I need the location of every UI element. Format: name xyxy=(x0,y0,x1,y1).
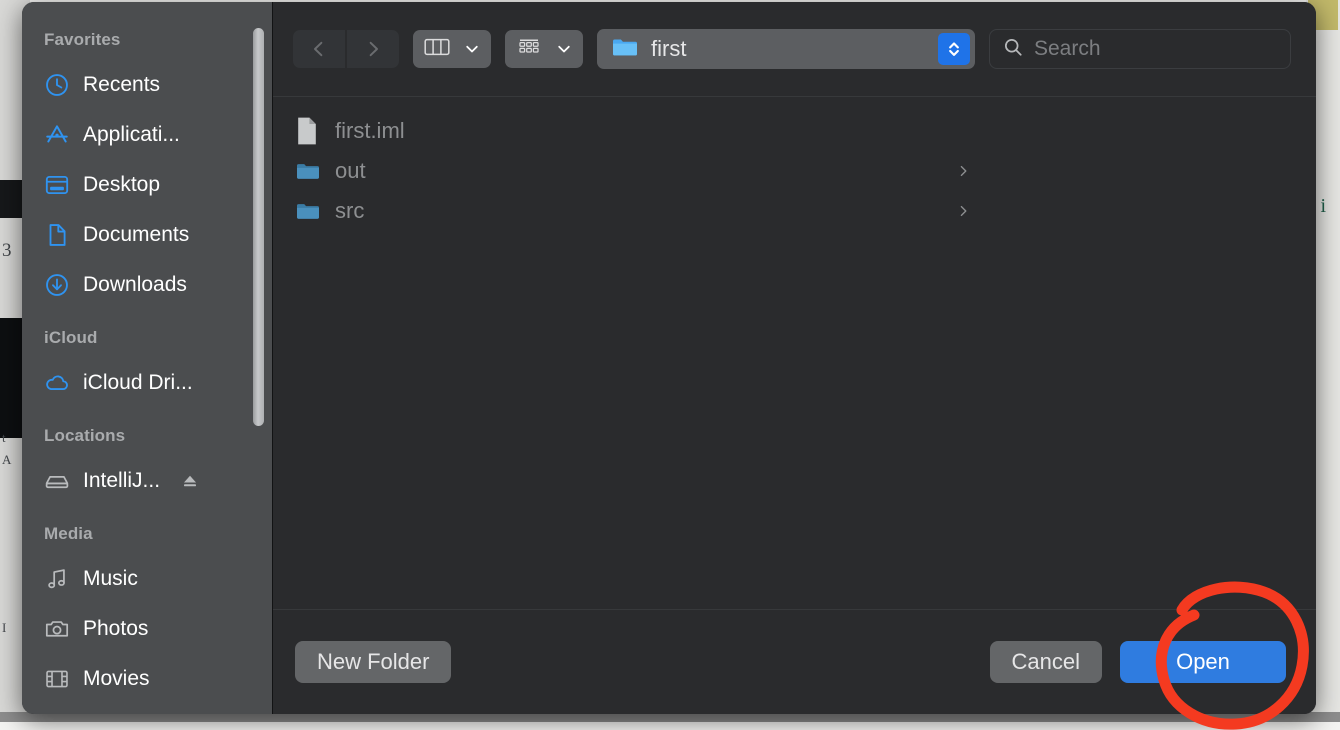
navigation-buttons xyxy=(293,30,399,68)
folder-icon xyxy=(611,35,639,64)
sidebar-item-label: Documents xyxy=(83,223,190,246)
sidebar-group-locations: Locations IntelliJ... xyxy=(22,426,272,506)
sidebar-item-music[interactable]: Music xyxy=(22,554,272,604)
folder-icon xyxy=(295,196,321,226)
sidebar-item-label: Downloads xyxy=(83,273,187,296)
sidebar-item-recents[interactable]: Recents xyxy=(22,60,272,110)
sidebar-scrollbar-thumb[interactable] xyxy=(253,28,264,426)
sidebar-section-title: Favorites xyxy=(44,30,121,49)
screen: 3 t A I i Favorites Recents Applicati...… xyxy=(0,0,1340,730)
sidebar-item-intellij-volume[interactable]: IntelliJ... xyxy=(22,456,272,506)
sidebar-item-movies[interactable]: Movies xyxy=(22,654,272,704)
background-bottom-strip-light xyxy=(0,722,1340,730)
chevron-down-icon xyxy=(463,40,481,58)
applications-icon xyxy=(44,122,70,148)
grid-options-icon xyxy=(515,36,543,63)
current-folder-name: first xyxy=(651,36,687,61)
sidebar-item-label: Photos xyxy=(83,617,149,640)
folder-icon xyxy=(295,156,321,186)
dialog-toolbar: first Search xyxy=(273,2,1316,96)
file-icon xyxy=(295,116,321,146)
sidebar-section-title: iCloud xyxy=(44,328,98,347)
sidebar-item-label: Desktop xyxy=(83,173,161,196)
list-item[interactable]: first.iml xyxy=(273,111,1316,151)
back-button[interactable] xyxy=(293,30,345,68)
search-placeholder: Search xyxy=(1034,37,1101,60)
cancel-button[interactable]: Cancel xyxy=(989,641,1102,683)
sidebar-item-desktop[interactable]: Desktop xyxy=(22,160,272,210)
background-left-text-fragment: I xyxy=(2,620,6,635)
eject-icon[interactable] xyxy=(181,472,199,490)
sidebar-item-applications[interactable]: Applicati... xyxy=(22,110,272,160)
background-left-text-fragment: t xyxy=(2,430,6,445)
sidebar-item-downloads[interactable]: Downloads xyxy=(22,260,272,310)
document-icon xyxy=(44,222,70,248)
file-name: out xyxy=(335,158,366,183)
download-icon xyxy=(44,272,70,298)
sidebar-group-icloud: iCloud iCloud Dri... xyxy=(22,328,272,408)
camera-icon xyxy=(44,616,70,642)
background-left-text-fragment: 3 xyxy=(2,240,11,261)
file-list: first.iml out src xyxy=(273,97,1316,609)
file-name: src xyxy=(335,198,365,223)
sidebar-item-label: IntelliJ... xyxy=(83,469,161,492)
sidebar-scrollbar[interactable] xyxy=(253,28,264,428)
search-icon xyxy=(1002,36,1024,63)
sidebar-item-photos[interactable]: Photos xyxy=(22,604,272,654)
chevron-down-icon xyxy=(555,40,573,58)
chevron-right-icon xyxy=(954,203,972,219)
dialog-main-pane: first Search first.iml out src New Folde… xyxy=(272,2,1316,714)
film-icon xyxy=(44,666,70,692)
disk-icon xyxy=(44,468,70,494)
list-item[interactable]: out xyxy=(273,151,1316,191)
open-button[interactable]: Open xyxy=(1120,641,1286,683)
sidebar-group-media: Media Music Photos Movies xyxy=(22,524,272,704)
list-item[interactable]: src xyxy=(273,191,1316,231)
sidebar-item-icloud-drive[interactable]: iCloud Dri... xyxy=(22,358,272,408)
background-right-text-fragment: i xyxy=(1320,195,1326,217)
sidebar-section-title: Locations xyxy=(44,426,126,445)
chevron-right-icon xyxy=(954,163,972,179)
sidebar-section-title: Media xyxy=(44,524,93,543)
forward-button[interactable] xyxy=(347,30,399,68)
sidebar-item-label: iCloud Dri... xyxy=(83,371,193,394)
path-stepper-icon[interactable] xyxy=(938,33,970,65)
view-mode-button[interactable] xyxy=(413,30,491,68)
open-file-dialog: Favorites Recents Applicati... Desktop D… xyxy=(22,2,1316,714)
sidebar-item-documents[interactable]: Documents xyxy=(22,210,272,260)
cloud-icon xyxy=(44,370,70,396)
clock-icon xyxy=(44,72,70,98)
sidebar: Favorites Recents Applicati... Desktop D… xyxy=(22,2,272,714)
dialog-button-bar: New Folder Cancel Open xyxy=(273,609,1316,714)
sidebar-item-label: Music xyxy=(83,567,138,590)
sidebar-item-label: Applicati... xyxy=(83,123,180,146)
sidebar-item-label: Recents xyxy=(83,73,161,96)
group-options-button[interactable] xyxy=(505,30,583,68)
column-view-icon xyxy=(423,36,451,63)
music-note-icon xyxy=(44,566,70,592)
current-folder-popup[interactable]: first xyxy=(597,29,975,69)
background-left-text-fragment: A xyxy=(2,452,11,467)
desktop-icon xyxy=(44,172,70,198)
sidebar-item-label: Movies xyxy=(83,667,150,690)
primary-buttons: Cancel Open xyxy=(989,641,1286,683)
new-folder-button[interactable]: New Folder xyxy=(295,641,452,683)
search-input[interactable]: Search xyxy=(989,29,1291,69)
sidebar-group-favorites: Favorites Recents Applicati... Desktop D… xyxy=(22,30,272,310)
file-name: first.iml xyxy=(335,118,405,143)
